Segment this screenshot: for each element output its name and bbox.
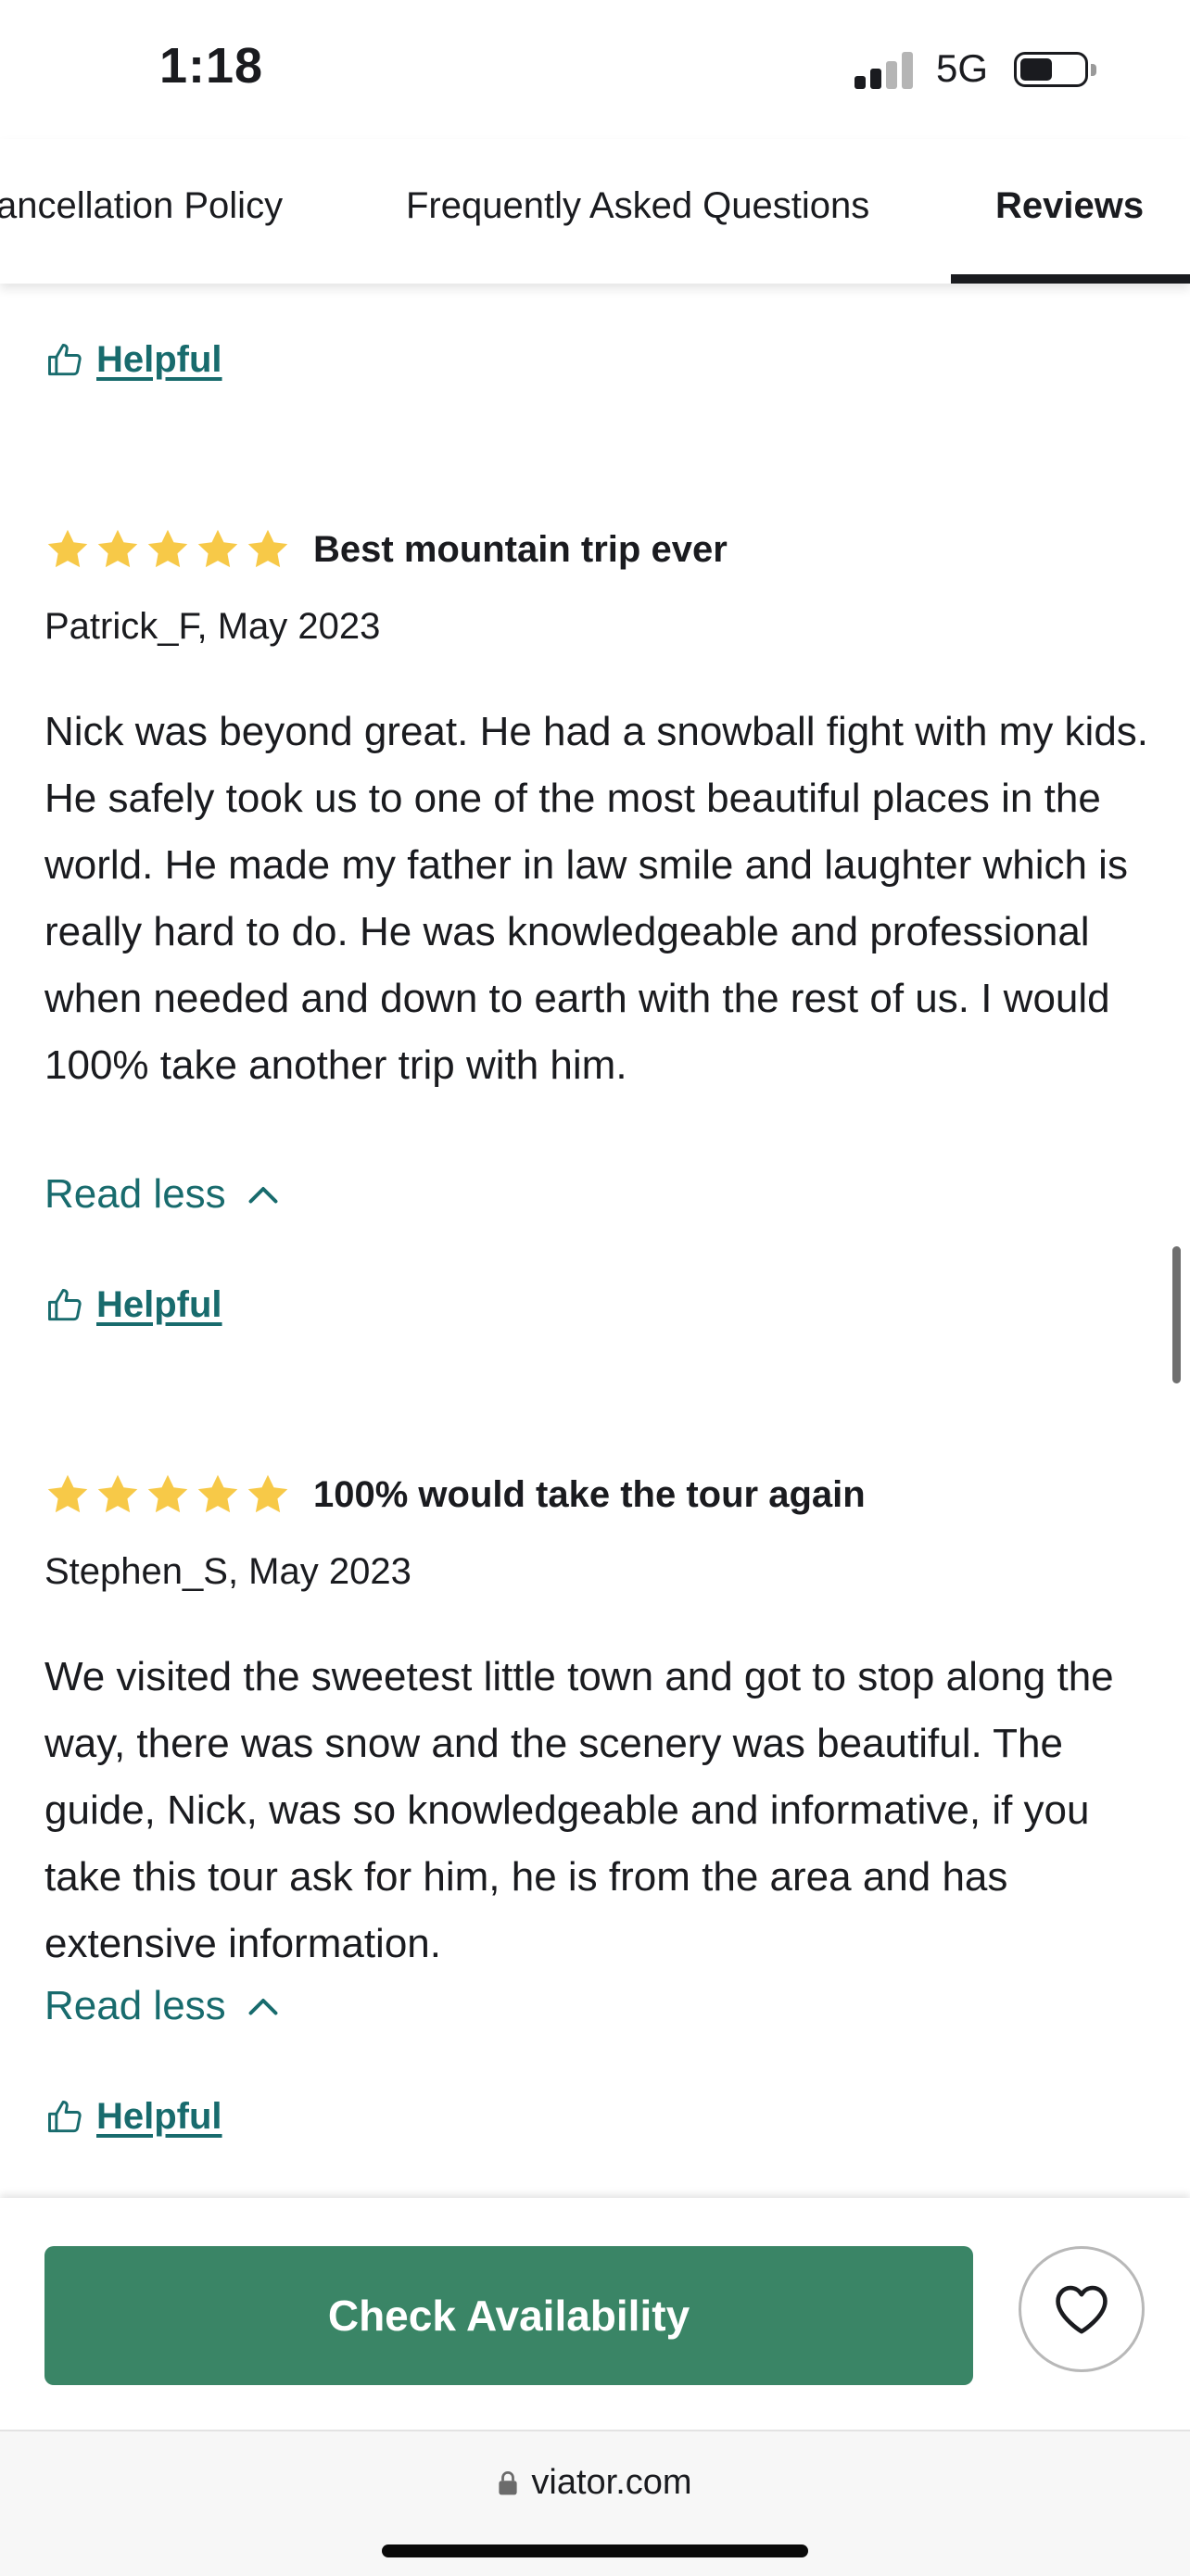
lock-icon [499,2470,518,2494]
status-time: 1:18 [159,38,264,94]
star-icon [147,529,188,568]
review-title: Best mountain trip ever [313,528,728,570]
tab-reviews[interactable]: Reviews [995,185,1144,227]
scrollbar[interactable] [1172,1246,1181,1383]
network-label: 5G [936,46,989,90]
helpful-label: Helpful [96,2096,222,2137]
url-display[interactable]: viator.com [0,2463,1190,2503]
star-icon [247,1474,288,1513]
section-tab-bar: ancellation Policy Frequently Asked Ques… [0,139,1190,284]
home-indicator[interactable] [382,2544,808,2557]
star-icon [197,529,238,568]
star-rating [44,526,291,573]
tab-cancellation-policy[interactable]: ancellation Policy [0,185,283,227]
signal-icon [855,52,919,89]
star-icon [97,529,138,568]
review-header: 100% would take the tour again [44,1471,866,1518]
chevron-up-icon [248,1187,278,1204]
helpful-button[interactable]: Helpful [44,339,222,381]
review-title: 100% would take the tour again [313,1473,866,1515]
helpful-label: Helpful [96,1284,222,1325]
star-icon [147,1474,188,1513]
booking-bar: Check Availability [0,2198,1190,2431]
thumbs-up-icon [48,1288,82,1320]
read-less-button[interactable]: Read less [44,1983,280,2029]
star-icon [97,1474,138,1513]
check-availability-button[interactable]: Check Availability [44,2246,973,2385]
star-icon [47,529,88,568]
helpful-button[interactable]: Helpful [44,2096,222,2138]
read-less-label: Read less [44,1983,226,2028]
star-rating [44,1471,291,1518]
browser-address-bar: viator.com [0,2430,1190,2576]
review-body: Nick was beyond great. He had a snowball… [44,709,1149,1088]
save-to-wishlist-button[interactable] [1019,2246,1145,2372]
read-less-label: Read less [44,1171,226,1217]
helpful-button[interactable]: Helpful [44,1284,222,1326]
review-header: Best mountain trip ever [44,526,728,573]
thumbs-up-icon [48,2100,82,2132]
url-text: viator.com [531,2463,692,2502]
active-tab-indicator [951,274,1190,284]
thumbs-up-icon [48,343,82,375]
battery-icon [1014,52,1096,89]
status-bar: 1:18 5G [0,0,1190,139]
review-author: Stephen_S, May 2023 [44,1551,411,1592]
review-author: Patrick_F, May 2023 [44,606,381,647]
review-body: We visited the sweetest little town and … [44,1654,1114,1966]
star-icon [47,1474,88,1513]
read-less-button[interactable]: Read less [44,1171,280,1218]
helpful-label: Helpful [96,339,222,380]
star-icon [197,1474,238,1513]
chevron-up-icon [248,1999,278,2015]
tab-faq[interactable]: Frequently Asked Questions [406,185,869,227]
star-icon [247,529,288,568]
heart-icon [1056,2285,1108,2334]
